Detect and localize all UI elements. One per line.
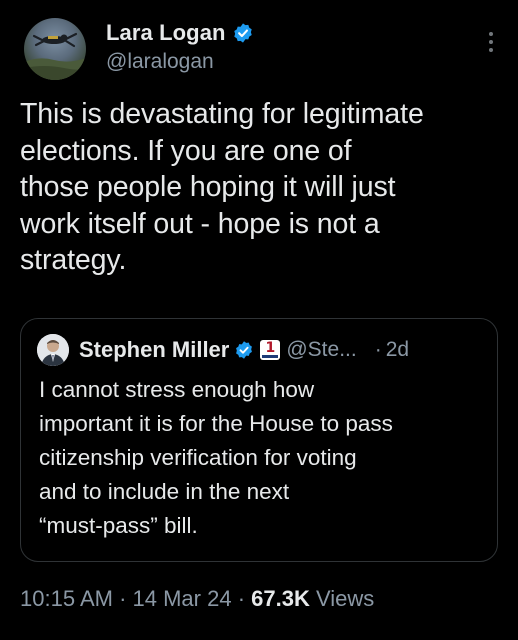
quoted-separator: ·	[374, 338, 382, 361]
meta-separator: ·	[112, 586, 133, 611]
verified-badge-icon	[232, 22, 254, 44]
quoted-time-ago[interactable]: 2d	[386, 338, 409, 362]
quoted-author-avatar[interactable]	[37, 334, 69, 366]
tweet-time[interactable]: 10:15 AM	[20, 586, 113, 611]
quoted-tweet[interactable]: Stephen Miller 1 @Ste... · 2d I cannot s…	[20, 318, 498, 562]
views-label: Views	[309, 586, 375, 611]
quoted-tweet-header: Stephen Miller 1 @Ste... · 2d	[37, 333, 487, 367]
affiliate-badge-number: 1	[265, 340, 276, 356]
quoted-author-handle[interactable]: @Ste...	[286, 338, 356, 362]
author-name-row: Lara Logan	[106, 18, 254, 48]
tweet-text: This is devastating for legitimate elect…	[20, 98, 424, 276]
verified-badge-icon	[234, 340, 254, 360]
author-avatar[interactable]	[24, 18, 86, 80]
more-options-icon[interactable]	[488, 32, 494, 56]
author-handle[interactable]: @laralogan	[106, 50, 254, 74]
tweet-header: Lara Logan @laralogan	[24, 18, 494, 80]
quoted-author-name[interactable]: Stephen Miller	[79, 337, 229, 363]
quoted-tweet-text: I cannot stress enough how important it …	[39, 377, 393, 538]
tweet-date[interactable]: 14 Mar 24	[133, 586, 232, 611]
affiliate-badge-icon[interactable]: 1	[260, 340, 281, 360]
author-display-name[interactable]: Lara Logan	[106, 20, 226, 46]
tweet-metadata: 10:15 AM · 14 Mar 24 · 67.3K Views	[20, 586, 374, 612]
author-name-block: Lara Logan @laralogan	[106, 18, 254, 74]
tweet-card: Lara Logan @laralogan This is devastatin…	[0, 0, 518, 640]
meta-separator: ·	[231, 586, 252, 611]
views-count: 67.3K	[251, 586, 310, 611]
